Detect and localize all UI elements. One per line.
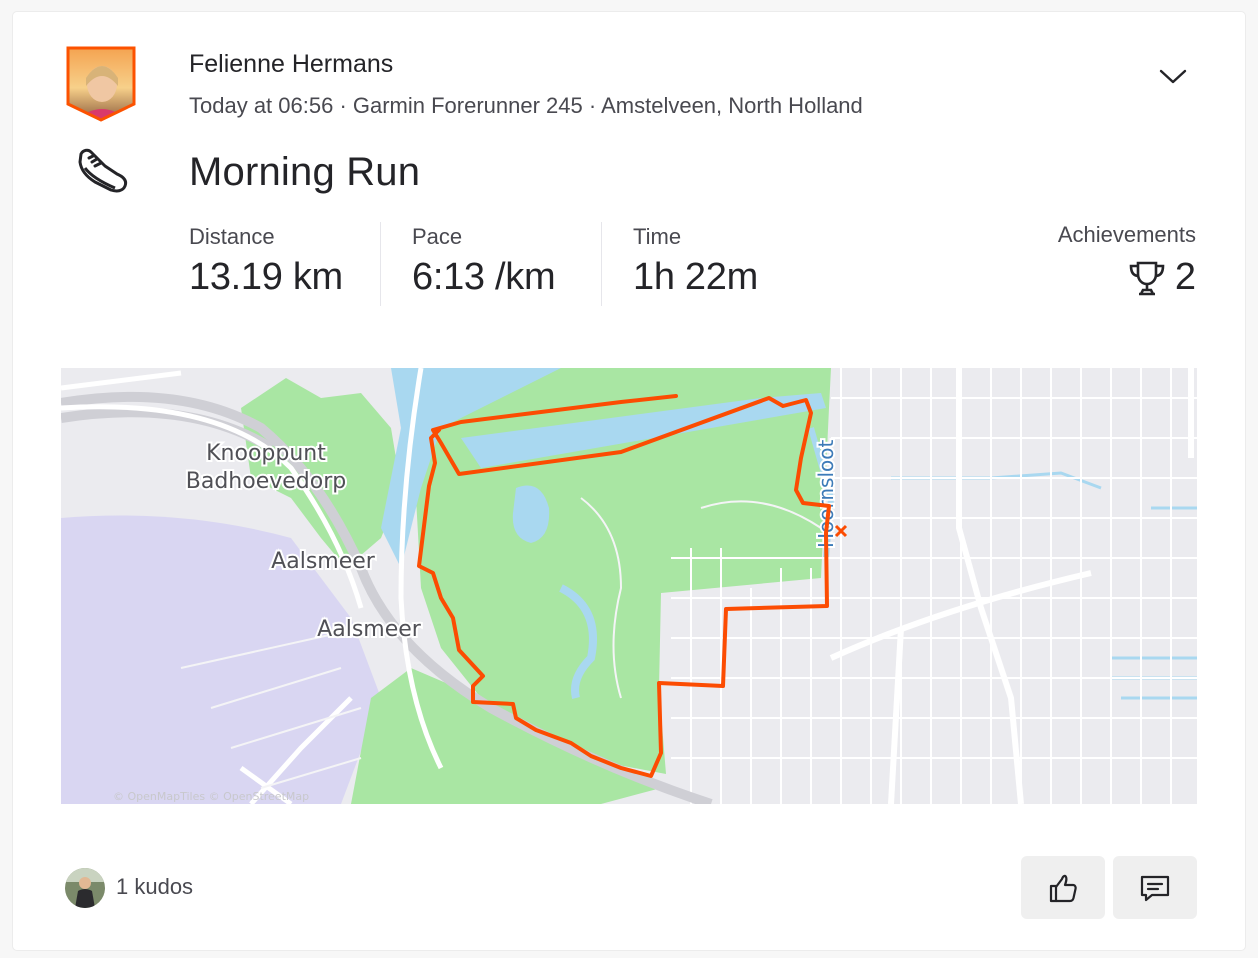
- shoe-icon: [75, 146, 131, 196]
- map-label-aalsmeer-2: Aalsmeer: [317, 617, 422, 642]
- map-label-knooppunt: Knooppunt: [206, 441, 326, 466]
- activity-card: Felienne Hermans Today at 06:56 · Garmin…: [13, 12, 1245, 950]
- stat-value: 6:13 /km: [412, 256, 556, 298]
- comment-icon: [1140, 875, 1170, 901]
- stat-label: Pace: [412, 224, 463, 249]
- trophy-icon: [1129, 261, 1165, 295]
- map-attribution: © OpenMapTiles © OpenStreetMap: [113, 790, 309, 803]
- kudos-avatar[interactable]: [65, 868, 105, 908]
- athlete-avatar[interactable]: [66, 46, 136, 122]
- kudos-count[interactable]: 1 kudos: [116, 874, 193, 900]
- stat-value: 13.19 km: [189, 256, 343, 298]
- route-map[interactable]: Knooppunt Badhoevedorp Aalsmeer Aalsmeer…: [61, 368, 1197, 804]
- achievements-label: Achievements: [1057, 222, 1196, 247]
- stat-pace: Pace 6:13 /km: [412, 224, 556, 299]
- activity-title[interactable]: Morning Run: [189, 150, 420, 195]
- activity-meta: Today at 06:56 · Garmin Forerunner 245 ·…: [189, 93, 863, 118]
- comment-button[interactable]: [1113, 856, 1197, 919]
- achievements-count: 2: [1174, 256, 1196, 298]
- stat-divider: [601, 222, 602, 306]
- stat-distance: Distance 13.19 km: [189, 224, 343, 299]
- stat-label: Time: [633, 224, 682, 249]
- map-label-aalsmeer: Aalsmeer: [271, 549, 376, 574]
- achievements[interactable]: Achievements 2: [1058, 222, 1196, 299]
- stat-divider: [380, 222, 381, 306]
- stat-value: 1h 22m: [633, 256, 758, 298]
- kudos-button[interactable]: [1021, 856, 1105, 919]
- thumbs-up-icon: [1049, 874, 1077, 902]
- athlete-name[interactable]: Felienne Hermans: [189, 50, 393, 79]
- stat-time: Time 1h 22m: [633, 224, 758, 299]
- map-label-badhoevedorp: Badhoevedorp: [186, 469, 346, 494]
- stat-label: Distance: [189, 224, 275, 249]
- chevron-down-icon[interactable]: [1158, 67, 1188, 87]
